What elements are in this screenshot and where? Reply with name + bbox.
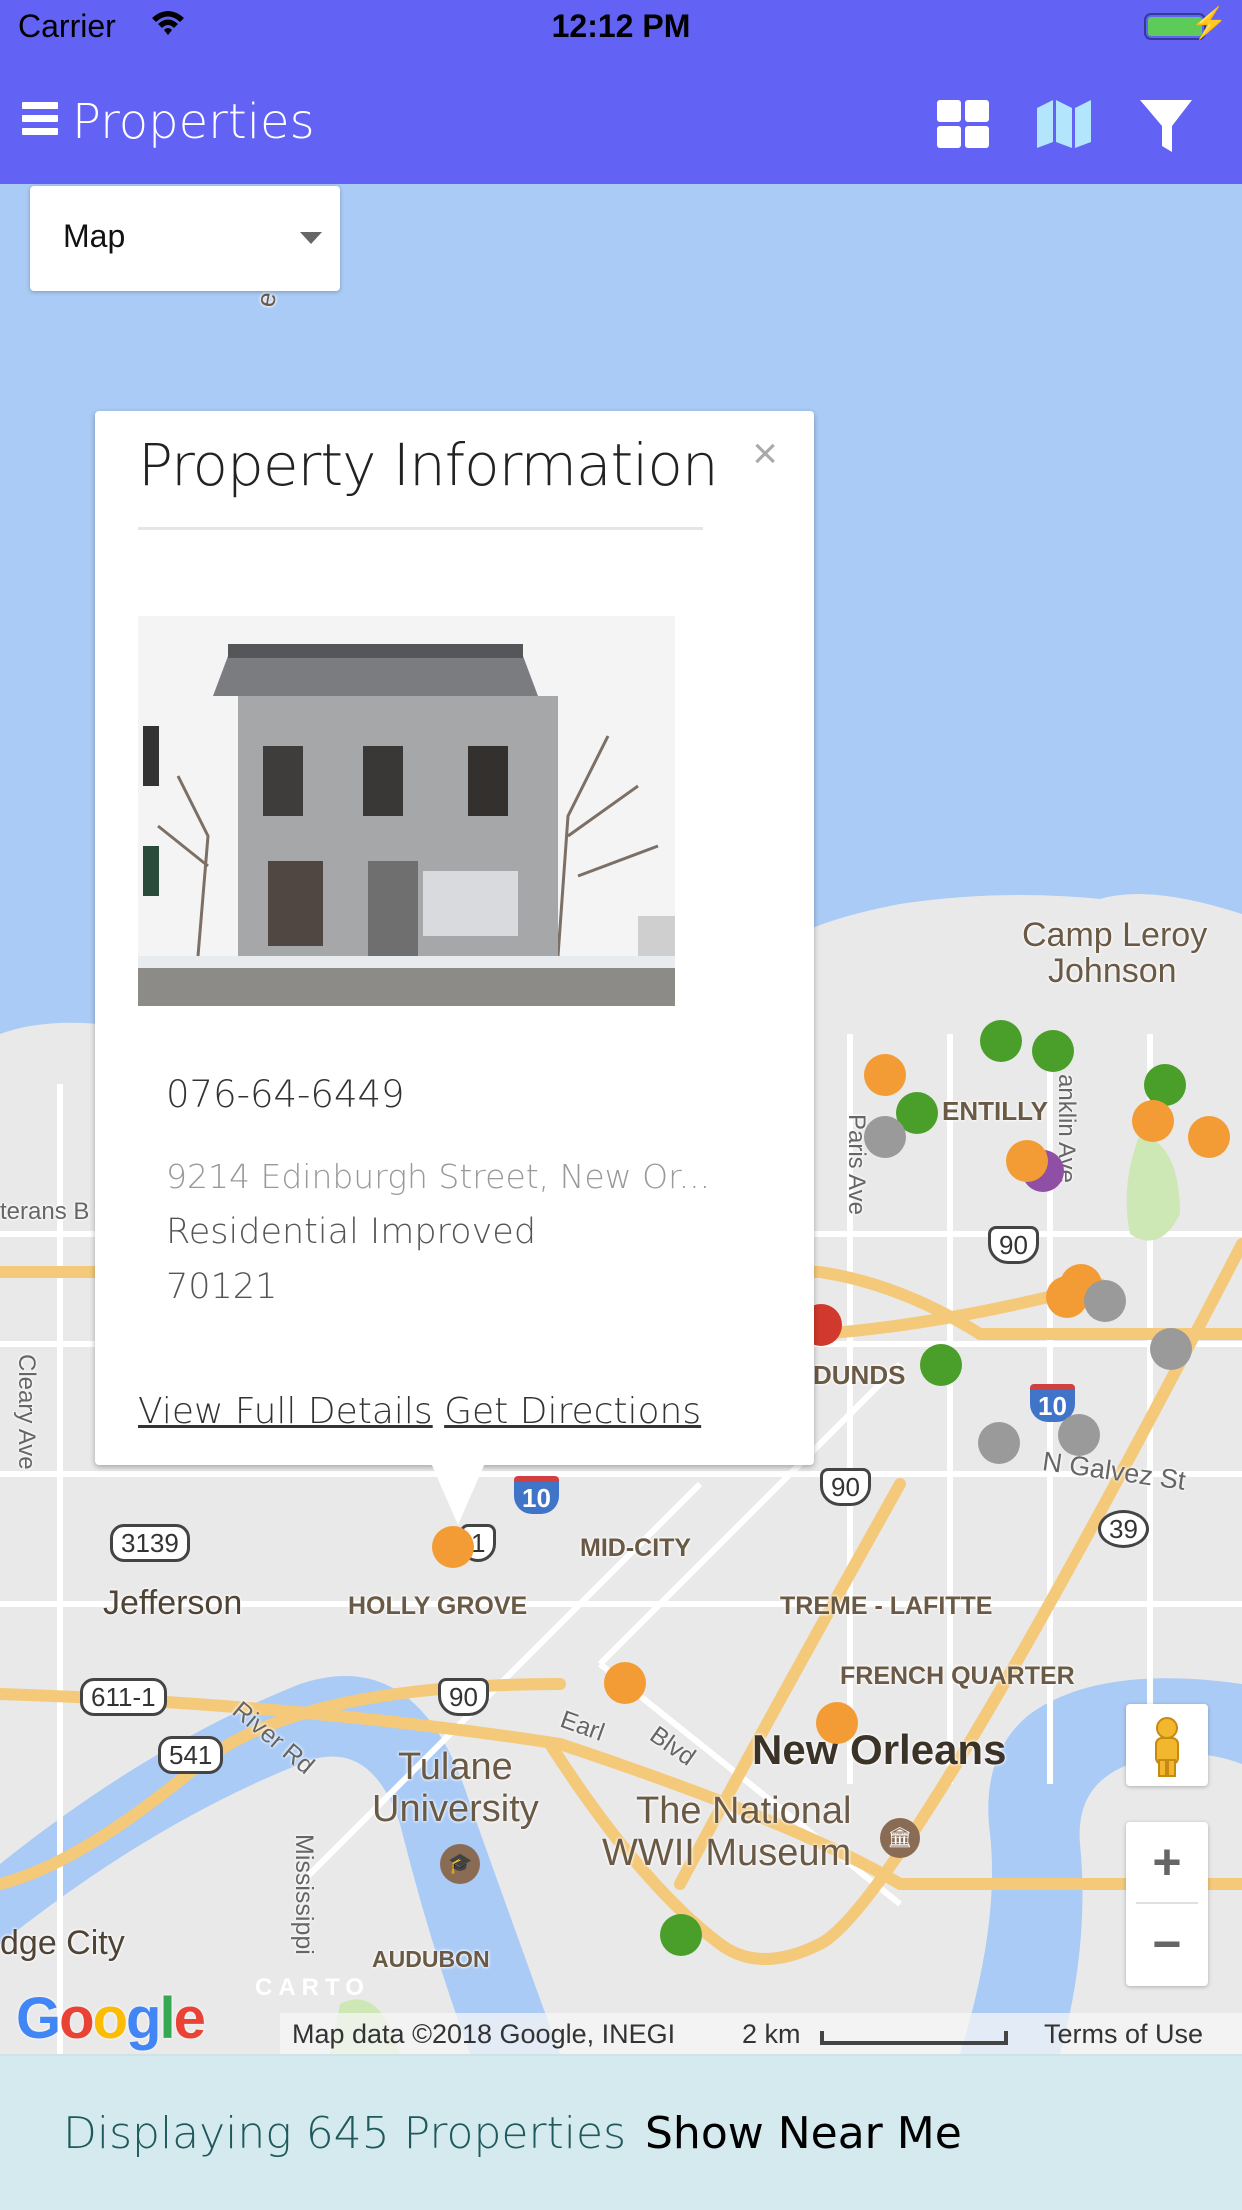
map-label-veterans: terans B <box>0 1198 90 1225</box>
map-label-jefferson: Jefferson <box>103 1584 243 1622</box>
zoom-in-button[interactable]: + <box>1126 1822 1208 1902</box>
map-label-bridge-city: dge City <box>0 1924 125 1962</box>
popup-divider <box>138 527 703 530</box>
grid-icon <box>937 100 989 148</box>
map-label-holly-grove: HOLLY GROVE <box>348 1592 528 1620</box>
map-label-mississippi: Mississippi <box>290 1834 318 1955</box>
property-marker-orange[interactable] <box>1132 1100 1174 1142</box>
property-count: Displaying 645 Properties <box>63 2108 627 2159</box>
route-shield-541: 541 <box>158 1736 224 1774</box>
results-footer: Displaying 645 Properties Show Near Me <box>0 2054 1242 2210</box>
map-label-wwii: The National <box>636 1790 852 1832</box>
route-shield-us90-b: 90 <box>820 1468 871 1506</box>
close-icon[interactable]: × <box>752 429 778 479</box>
view-full-details-link[interactable]: View Full Details <box>138 1391 433 1432</box>
google-logo: Google <box>16 1986 206 2051</box>
property-marker-orange[interactable] <box>816 1702 858 1744</box>
chevron-down-icon <box>300 232 322 244</box>
map-label-french-quarter: FRENCH QUARTER <box>840 1662 1075 1690</box>
street-view-pegman-button[interactable] <box>1126 1704 1208 1786</box>
property-marker-grey[interactable] <box>1084 1280 1126 1322</box>
map-data-credit: Map data ©2018 Google, INEGI <box>292 2019 676 2049</box>
property-marker-grey[interactable] <box>978 1422 1020 1464</box>
property-info-popup: Property Information × 076-64-6449 9214 … <box>95 411 814 1525</box>
filter-icon <box>1140 100 1192 152</box>
get-directions-link[interactable]: Get Directions <box>444 1391 701 1432</box>
map-label-treme: TREME - LAFITTE <box>780 1592 993 1620</box>
popup-pointer <box>431 1463 485 1525</box>
route-shield-us90-c: 90 <box>988 1226 1039 1264</box>
route-shield-39: 39 <box>1098 1510 1149 1548</box>
map-view-button[interactable] <box>1035 98 1091 150</box>
property-marker-orange[interactable] <box>1188 1116 1230 1158</box>
property-marker-grey[interactable] <box>1150 1328 1192 1370</box>
grid-view-button[interactable] <box>935 98 991 150</box>
map-label-grounds: DUNDS <box>813 1360 906 1390</box>
property-marker-green[interactable] <box>1032 1030 1074 1072</box>
carto-label: CARTO <box>255 1974 370 2001</box>
map-label-mid-city: MID-CITY <box>580 1534 692 1562</box>
zoom-controls: + − <box>1126 1822 1208 1986</box>
map-label-audubon: AUDUBON <box>372 1946 490 1972</box>
property-address: 9214 Edinburgh Street, New Or... <box>166 1157 711 1196</box>
museum-poi-icon: 🏛 <box>880 1818 920 1858</box>
map-label-gentilly: ENTILLY <box>942 1096 1048 1126</box>
property-type: Residential Improved <box>166 1212 537 1252</box>
popup-links: View Full Details Get Directions <box>138 1391 701 1432</box>
property-marker-orange[interactable] <box>1006 1140 1048 1182</box>
parcel-id: 076-64-6449 <box>166 1073 405 1116</box>
map-label-wwii-2: WWII Museum <box>602 1832 852 1874</box>
scale-label: 2 km <box>742 2019 801 2049</box>
property-marker-green[interactable] <box>980 1020 1022 1062</box>
property-marker-green[interactable] <box>920 1344 962 1386</box>
map-icon <box>1037 100 1091 148</box>
hamburger-menu-icon[interactable] <box>22 102 58 136</box>
scale-bar <box>820 2031 1008 2045</box>
route-shield-611: 611-1 <box>80 1678 167 1716</box>
terms-of-use-link[interactable]: Terms of Use <box>1044 2019 1203 2050</box>
zoom-out-button[interactable]: − <box>1126 1904 1208 1984</box>
filter-button[interactable] <box>1138 98 1194 152</box>
property-marker-grey[interactable] <box>864 1116 906 1158</box>
interstate-shield-i10: 10 <box>514 1476 559 1514</box>
status-bar: Carrier 12:12 PM ⚡ <box>0 0 1242 56</box>
property-photo <box>138 616 675 1006</box>
map-label-tulane: Tulane <box>398 1746 513 1788</box>
university-poi-icon: 🎓 <box>440 1844 480 1884</box>
popup-title: Property Information <box>138 431 719 499</box>
show-near-me-button[interactable]: Show Near Me <box>645 2108 962 2159</box>
view-mode-selected: Map <box>63 218 126 254</box>
map-attribution-bar: Map data ©2018 Google, INEGI 2 km Terms … <box>280 2013 1242 2057</box>
property-marker-orange[interactable] <box>864 1054 906 1096</box>
route-shield-3139: 3139 <box>110 1524 190 1562</box>
clock: 12:12 PM <box>551 8 691 44</box>
page-title: Properties <box>72 94 315 150</box>
property-zip: 70121 <box>166 1267 278 1307</box>
charging-bolt-icon: ⚡ <box>1190 7 1228 40</box>
selected-property-marker[interactable] <box>432 1526 474 1568</box>
route-shield-us90: 90 <box>438 1678 489 1716</box>
map-label-cleary: Cleary Ave <box>13 1354 40 1470</box>
map-label-new-orleans: New Orleans <box>752 1726 1007 1773</box>
map-label-camp-2: Johnson <box>1048 952 1177 990</box>
property-marker-grey[interactable] <box>1058 1414 1100 1456</box>
map-label-tulane-2: University <box>372 1788 539 1830</box>
view-mode-select[interactable]: Map <box>30 186 340 291</box>
pegman-icon <box>1155 1717 1179 1777</box>
map-label-camp: Camp Leroy <box>1022 916 1208 954</box>
property-marker-green[interactable] <box>660 1914 702 1956</box>
app-header: Properties <box>0 56 1242 184</box>
property-marker-orange[interactable] <box>604 1662 646 1704</box>
